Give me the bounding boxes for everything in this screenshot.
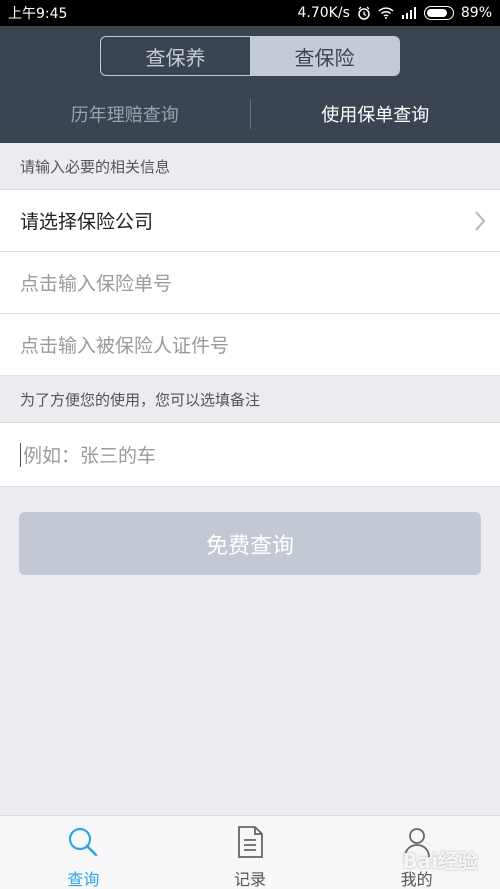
wifi-icon (378, 7, 394, 19)
chevron-right-icon (474, 210, 486, 237)
remark-input[interactable]: 例如：张三的车 (0, 423, 500, 487)
segment-maintenance[interactable]: 查保养 (101, 37, 250, 75)
tab-query[interactable]: 查询 (0, 816, 167, 889)
section-label-optional: 为了方便您的使用，您可以选填备注 (0, 376, 500, 423)
status-time: 上午9:45 (8, 6, 68, 22)
alarm-icon (357, 6, 371, 20)
segment-insurance[interactable]: 查保险 (250, 37, 399, 75)
battery-icon (423, 6, 454, 20)
segmented-control: 查保养 查保险 (100, 36, 400, 76)
network-speed: 4.70K/s (297, 5, 350, 21)
document-icon (236, 826, 264, 866)
insured-id-placeholder: 点击输入被保险人证件号 (20, 335, 230, 357)
policy-number-input[interactable]: 点击输入保险单号 (0, 252, 500, 314)
tab-claims-history[interactable]: 历年理赔查询 (0, 101, 250, 127)
policy-number-placeholder: 点击输入保险单号 (20, 273, 173, 295)
remark-placeholder: 例如：张三的车 (23, 445, 157, 467)
free-query-button[interactable]: 免费查询 (19, 512, 481, 575)
tab-policy-query[interactable]: 使用保单查询 (251, 101, 500, 127)
signal-icon (401, 7, 417, 19)
text-cursor (20, 442, 21, 467)
watermark-logo: Bai经验 (402, 849, 478, 873)
status-bar: 上午9:45 4.70K/s 89% (0, 0, 500, 26)
insurance-company-select[interactable]: 请选择保险公司 (0, 190, 500, 252)
company-select-label: 请选择保险公司 (20, 211, 154, 233)
section-label-required: 请输入必要的相关信息 (0, 143, 500, 190)
subtabs: 历年理赔查询 使用保单查询 (0, 96, 500, 132)
battery-percent: 89% (460, 5, 492, 21)
tab-records-label: 记录 (234, 870, 267, 889)
tab-query-label: 查询 (67, 870, 100, 889)
search-icon (66, 826, 100, 866)
insured-id-input[interactable]: 点击输入被保险人证件号 (0, 314, 500, 376)
tab-records[interactable]: 记录 (167, 816, 334, 889)
header: 查保养 查保险 历年理赔查询 使用保单查询 (0, 26, 500, 143)
